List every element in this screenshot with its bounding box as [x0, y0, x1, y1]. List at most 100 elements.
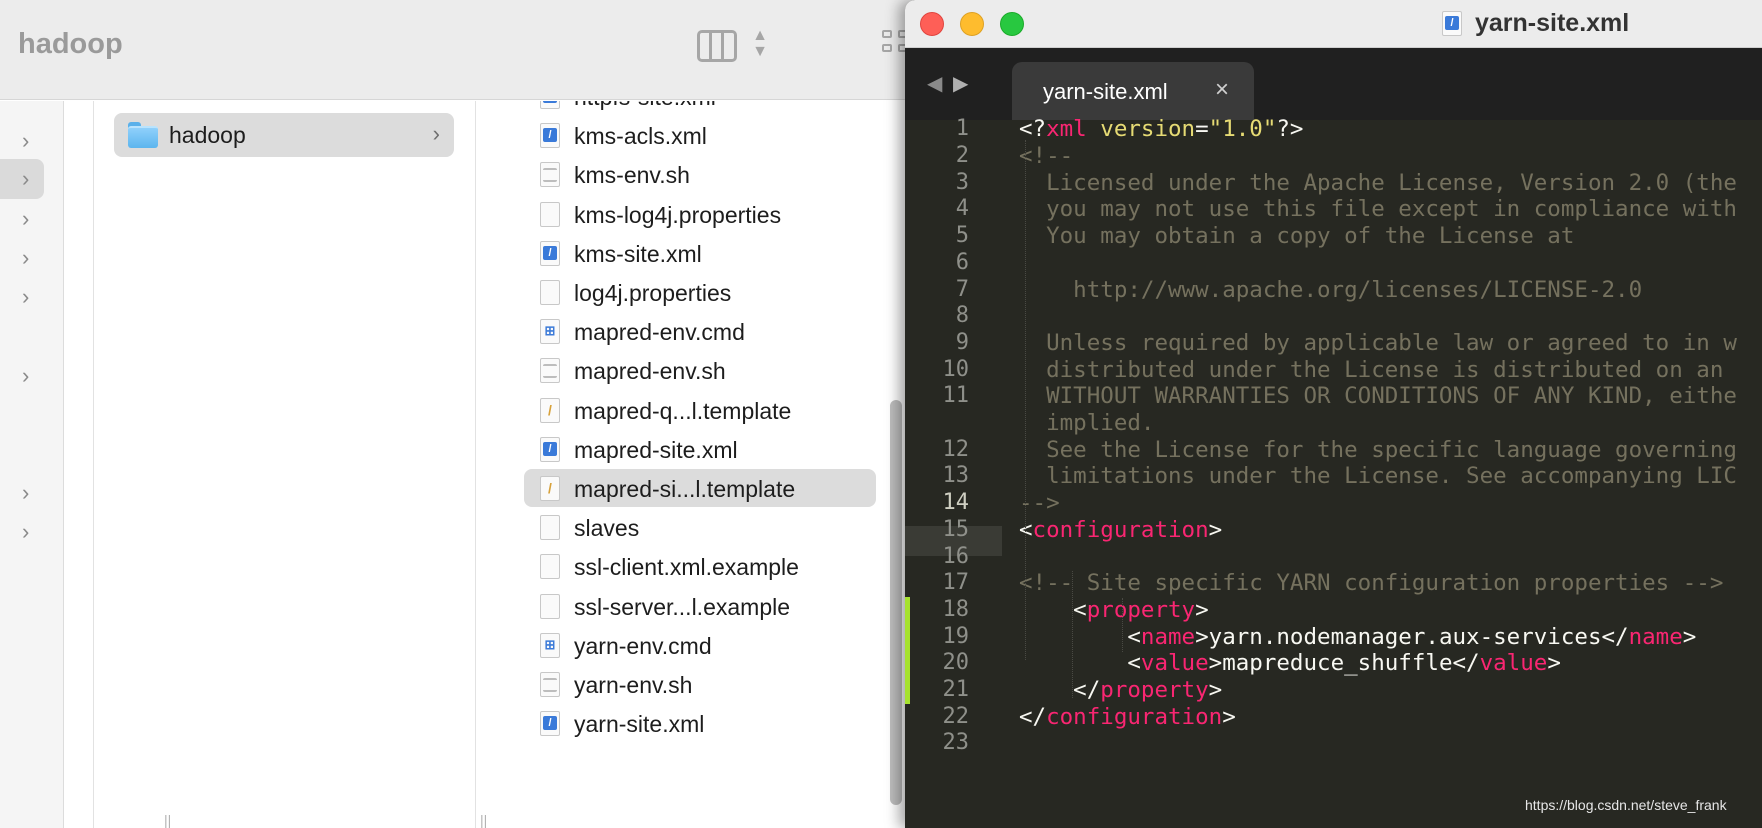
- close-icon[interactable]: ×: [1215, 76, 1229, 104]
- indent-guide: [1025, 140, 1026, 660]
- folder-icon: [128, 122, 158, 148]
- file-row-selected[interactable]: / mapred-si...l.template: [524, 469, 876, 507]
- chevron-right-icon[interactable]: ›: [0, 356, 44, 396]
- file-row[interactable]: yarn-env.sh: [524, 665, 876, 703]
- finder-column-2: [64, 101, 94, 828]
- finder-file-list: / httpfs-site.xml / kms-acls.xml kms-env.sh k…: [476, 101, 920, 828]
- xml-file-icon: /: [540, 123, 560, 149]
- code-token: Unless required by applicable law or agr…: [1019, 329, 1737, 356]
- view-options-chevron-icon[interactable]: ▲ ▼: [746, 28, 774, 60]
- editor-tab-active[interactable]: yarn-site.xml ×: [1012, 62, 1254, 120]
- finder-title: hadoop: [18, 28, 123, 60]
- tab-label: yarn-site.xml: [1043, 79, 1168, 104]
- window-zoom-button[interactable]: [1000, 12, 1024, 36]
- line-number: 8: [955, 303, 969, 329]
- file-name: kms-log4j.properties: [574, 201, 782, 228]
- file-row[interactable]: / httpfs-site.xml: [524, 101, 876, 115]
- file-name: httpfs-site.xml: [574, 101, 716, 111]
- file-row[interactable]: kms-env.sh: [524, 155, 876, 193]
- line-number: 9: [955, 329, 969, 355]
- chevron-right-icon[interactable]: ›: [0, 159, 44, 199]
- finder-scrollbar[interactable]: [890, 400, 902, 805]
- file-name: yarn-env.cmd: [574, 632, 712, 659]
- chevron-right-icon[interactable]: ›: [0, 277, 44, 317]
- file-row[interactable]: / yarn-site.xml: [524, 704, 876, 742]
- code-token: You may obtain a copy of the License at: [1019, 223, 1575, 250]
- window-minimize-button[interactable]: [960, 12, 984, 36]
- finder-column-1: › › › › › › › ›: [0, 101, 64, 828]
- win-file-icon: ⊞: [540, 632, 560, 658]
- code-token: </: [1019, 677, 1101, 703]
- code-line: <!-- Site specific YARN configuration pr…: [1019, 568, 1723, 598]
- file-name: ssl-server...l.example: [574, 593, 791, 620]
- back-arrow-icon[interactable]: ◀: [927, 71, 942, 96]
- file-name: kms-site.xml: [574, 240, 702, 267]
- file-row[interactable]: mapred-env.sh: [524, 351, 876, 389]
- line-number: 7: [955, 276, 969, 302]
- plain-file-icon: [540, 515, 560, 541]
- modified-line-marker: [905, 650, 910, 677]
- line-number: 10: [942, 356, 970, 382]
- watermark-text: https://blog.csdn.net/steve_frank: [1525, 797, 1727, 813]
- code-token: </: [1019, 703, 1047, 730]
- line-number: 23: [942, 730, 970, 756]
- file-row[interactable]: ⊞ mapred-env.cmd: [524, 312, 876, 350]
- file-name: slaves: [574, 515, 640, 542]
- code-line: distributed under the License is distrib…: [1019, 355, 1723, 385]
- folder-label: hadoop: [169, 122, 246, 148]
- chevron-right-icon[interactable]: ›: [0, 473, 44, 513]
- line-number: 14: [942, 490, 970, 516]
- file-name: kms-env.sh: [574, 162, 690, 189]
- file-row[interactable]: / mapred-q...l.template: [524, 391, 876, 429]
- file-row[interactable]: / kms-acls.xml: [524, 116, 876, 154]
- folder-row-selected[interactable]: hadoop ›: [114, 113, 454, 157]
- modified-line-marker: [905, 677, 910, 704]
- code-token: value: [1140, 650, 1209, 677]
- code-token: WITHOUT WARRANTIES OR CONDITIONS OF ANY …: [1019, 383, 1737, 410]
- column-resize-handle[interactable]: ||: [480, 812, 487, 828]
- column-view-icon[interactable]: [697, 30, 737, 62]
- code-token: implied.: [1019, 410, 1155, 436]
- chevron-right-icon[interactable]: ›: [0, 199, 44, 239]
- chevron-right-icon[interactable]: ›: [0, 512, 44, 552]
- line-number: 19: [942, 623, 970, 649]
- file-row[interactable]: log4j.properties: [524, 273, 876, 311]
- code-token: >: [1547, 650, 1561, 677]
- code-token: property: [1086, 596, 1196, 623]
- line-number: 1: [955, 116, 969, 142]
- line-number: 4: [955, 196, 969, 222]
- chevron-right-icon[interactable]: ›: [0, 121, 44, 161]
- code-line: <value>mapreduce_shuffle</value>: [1019, 648, 1561, 678]
- file-row[interactable]: ssl-client.xml.example: [524, 547, 876, 585]
- line-number: 12: [942, 436, 970, 462]
- xml-file-icon: /: [1442, 11, 1462, 36]
- finder-window: hadoop ▲▼ › › › › › › › › hadoop › || /h…: [0, 0, 920, 828]
- code-token: >mapreduce_shuffle</: [1208, 650, 1480, 677]
- code-editor[interactable]: 1 2 3 4 5 6 7 8 9 10 11 12 13 14 15 16 17 18 19 20 21 22 23 <?…: [905, 116, 1762, 828]
- file-name: mapred-env.cmd: [574, 319, 745, 346]
- line-number: 5: [955, 223, 969, 249]
- code-token: >: [1682, 623, 1697, 650]
- file-name: ssl-client.xml.example: [574, 554, 799, 581]
- forward-arrow-icon[interactable]: ▶: [953, 71, 968, 96]
- code-token: limitations under the License. See accom…: [1019, 463, 1737, 490]
- file-row[interactable]: kms-log4j.properties: [524, 195, 876, 233]
- file-row[interactable]: slaves: [524, 508, 876, 546]
- file-name: yarn-env.sh: [574, 672, 693, 698]
- file-row[interactable]: / mapred-site.xml: [524, 430, 876, 468]
- code-token: Licensed under the Apache License, Versi…: [1019, 169, 1737, 196]
- window-close-button[interactable]: [920, 12, 944, 36]
- file-row[interactable]: / kms-site.xml: [524, 234, 876, 272]
- indent-guide: [1072, 571, 1073, 698]
- modified-line-marker: [905, 596, 910, 624]
- chevron-right-icon[interactable]: ›: [0, 238, 44, 278]
- column-resize-handle[interactable]: ||: [164, 812, 171, 828]
- line-number-gutter: 1 2 3 4 5 6 7 8 9 10 11 12 13 14 15 16 17 18 19 20 21 22 23: [905, 116, 1002, 828]
- code-token: property: [1100, 677, 1209, 703]
- line-number: 17: [942, 570, 970, 596]
- file-row[interactable]: ⊞ yarn-env.cmd: [524, 626, 876, 664]
- file-row[interactable]: ssl-server...l.example: [524, 587, 876, 625]
- line-number: 15: [942, 516, 970, 542]
- code-token: name: [1628, 623, 1683, 650]
- code-line: You may obtain a copy of the License at: [1019, 221, 1574, 251]
